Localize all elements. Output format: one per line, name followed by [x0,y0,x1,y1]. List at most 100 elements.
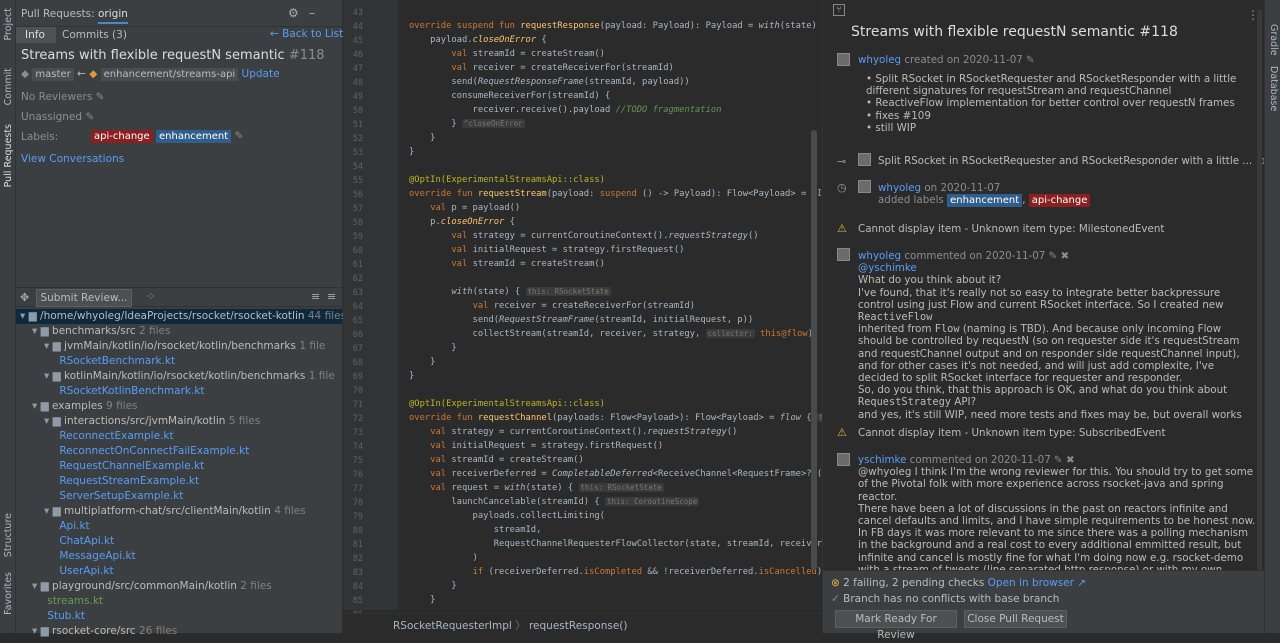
view-conversations-link[interactable]: View Conversations [21,153,124,165]
tab-commits[interactable]: Commits (3) [62,29,127,41]
tree-label: playground/src/commonMain/kotlin [52,580,237,592]
crumb-function[interactable]: requestResponse() [529,620,628,632]
collapse-icon[interactable]: ✥ [20,291,29,304]
line-number: 71 [352,400,363,410]
back-to-list-link[interactable]: ← Back to List [270,28,343,40]
timeline-title: Streams with flexible requestN semantic … [851,24,1178,40]
warning-icon: ⊗ [831,577,840,589]
tree-file[interactable]: RequestChannelExample.kt [16,459,342,474]
tree-file[interactable]: RequestStreamExample.kt [16,474,342,489]
tree-label: RequestStreamExample.kt [59,475,200,487]
tree-label: ChatApi.kt [59,535,115,547]
tree-file[interactable]: streams.kt [16,594,342,609]
origin-tab[interactable]: origin [98,8,128,24]
tree-label: RSocketBenchmark.kt [59,355,176,367]
file-count: 1 file [308,370,335,382]
tree-file[interactable]: RSocketBenchmark.kt [16,354,342,369]
created-line: whyoleg created on 2020-11-07 ✎ [858,54,1035,66]
tree-file[interactable]: Stub.kt [16,609,342,624]
commit-line[interactable]: Split RSocket in RSocketRequester and RS… [878,155,1280,167]
tree-file[interactable]: UserApi.kt [16,564,342,579]
close-pull-request-button[interactable]: Close Pull Request [964,610,1067,628]
tree-folder[interactable]: ▾ ▆ interactions/src/jvmMain/kotlin 5 fi… [16,414,342,429]
tree-file[interactable]: ReconnectExample.kt [16,429,342,444]
database-tool-tab[interactable]: Database [1268,66,1279,111]
mark-ready-button[interactable]: Mark Ready For Review [835,610,957,641]
line-number: 56 [352,190,363,200]
folder-icon: ▾ ▆ [32,625,53,637]
line-number: 72 [352,414,363,424]
unknown-item-1: Cannot display item - Unknown item type:… [858,223,1165,235]
update-link[interactable]: Update [242,68,280,80]
line-number: 69 [352,372,363,382]
line-number: 47 [352,64,363,74]
tag-icon: ◆ [89,68,98,80]
line-number: 48 [352,78,363,88]
line-number: 68 [352,358,363,368]
tree-label: Stub.kt [47,610,85,622]
tree-file[interactable]: ReconnectOnConnectFailExample.kt [16,444,342,459]
expand-all-icon[interactable]: ≡ [311,290,320,303]
tree-folder[interactable]: ▾ ▆ rsocket-core/src 26 files [16,624,342,639]
tab-info[interactable]: Info [16,27,56,43]
pull-requests-tool-tab[interactable]: Pull Requests [3,124,14,187]
line-number: 66 [352,330,363,340]
line-number: 43 [352,8,363,18]
file-count: 9 files [106,400,138,412]
tree-label: rsocket-core/src [52,625,136,637]
project-tool-tab[interactable]: Project [3,8,14,41]
line-number: 67 [352,344,363,354]
line-number: 85 [352,596,363,606]
tree-file[interactable]: RSocketKotlinBenchmark.kt [16,384,342,399]
collapse-all-icon[interactable]: ≡ [327,290,336,303]
line-number: 57 [352,204,363,214]
tree-label: interactions/src/jvmMain/kotlin [64,415,226,427]
breadcrumb: RSocketRequesterImpl 〉 requestResponse() [343,613,821,633]
commit-tool-tab[interactable]: Commit [3,68,14,105]
right-tool-strip: Gradle Database [1264,0,1280,633]
tree-folder[interactable]: ▾ ▆ playground/src/commonMain/kotlin 2 f… [16,579,342,594]
structure-tool-tab[interactable]: Structure [3,513,14,557]
tree-folder[interactable]: ▾ ▆ jvmMain/kotlin/io/rsocket/kotlin/ben… [16,339,342,354]
tree-file[interactable]: ChatApi.kt [16,534,342,549]
line-number: 50 [352,106,363,116]
editor-scrollbar[interactable] [811,130,817,570]
file-count: 4 files [274,505,306,517]
crumb-class[interactable]: RSocketRequesterImpl [393,620,512,632]
edit-icon: ✎ [234,130,244,142]
code-editor[interactable]: 43 44 45 46 47 48 49 50 51 52 53 54 55 56 57 58 59 60 61 62… [343,0,903,634]
folder-icon: ▾ ▆ [32,580,53,592]
settings-icon[interactable]: ⚙ [288,6,299,20]
tree-folder[interactable]: ▾ ▆ /home/whyoleg/IdeaProjects/rsocket/r… [16,309,346,324]
comment-2: yschimke commented on 2020-11-07 ✎ ✖ @wh… [858,454,1256,570]
submit-review-button[interactable]: Submit Review... [36,289,132,307]
gradle-tool-tab[interactable]: Gradle [1268,24,1279,56]
line-number: 70 [352,386,363,396]
group-icon[interactable]: ⁘ [146,290,155,303]
tree-folder[interactable]: ▾ ▆ examples 9 files [16,399,342,414]
open-in-browser-link[interactable]: Open in browser ↗ [988,577,1086,589]
tree-folder[interactable]: ▾ ▆ kotlinMain/kotlin/io/rsocket/kotlin/… [16,369,342,384]
minimize-icon[interactable]: – [309,6,315,20]
head-branch: enhancement/streams-api [100,68,239,81]
tree-folder[interactable]: ▾ ▆ multiplatform-chat/src/clientMain/ko… [16,504,342,519]
edit-icon: ✎ [85,111,95,123]
tree-label: ReconnectExample.kt [59,430,174,442]
line-number: 64 [352,302,363,312]
labels-event: whyoleg on 2020-11-07 added labels enhanc… [878,182,1278,208]
timeline-scrollbar[interactable] [1257,10,1262,570]
file-count: 44 files [307,310,347,322]
tree-label: benchmarks/src [52,325,136,337]
tree-file[interactable]: Api.kt [16,519,342,534]
file-count: 5 files [228,415,261,427]
file-count: 26 files [139,625,178,637]
favorites-tool-tab[interactable]: Favorites [3,572,14,615]
tree-label: RSocketKotlinBenchmark.kt [59,385,205,397]
line-number: 79 [352,512,363,522]
folder-icon: ▾ ▆ [32,325,53,337]
tree-file[interactable]: ServerSetupExample.kt [16,489,342,504]
tree-file[interactable]: MessageApi.kt [16,549,342,564]
label-api-change: api-change [91,130,153,143]
edit-icon: ✎ [1026,54,1035,66]
tree-folder[interactable]: ▾ ▆ benchmarks/src 2 files [16,324,342,339]
